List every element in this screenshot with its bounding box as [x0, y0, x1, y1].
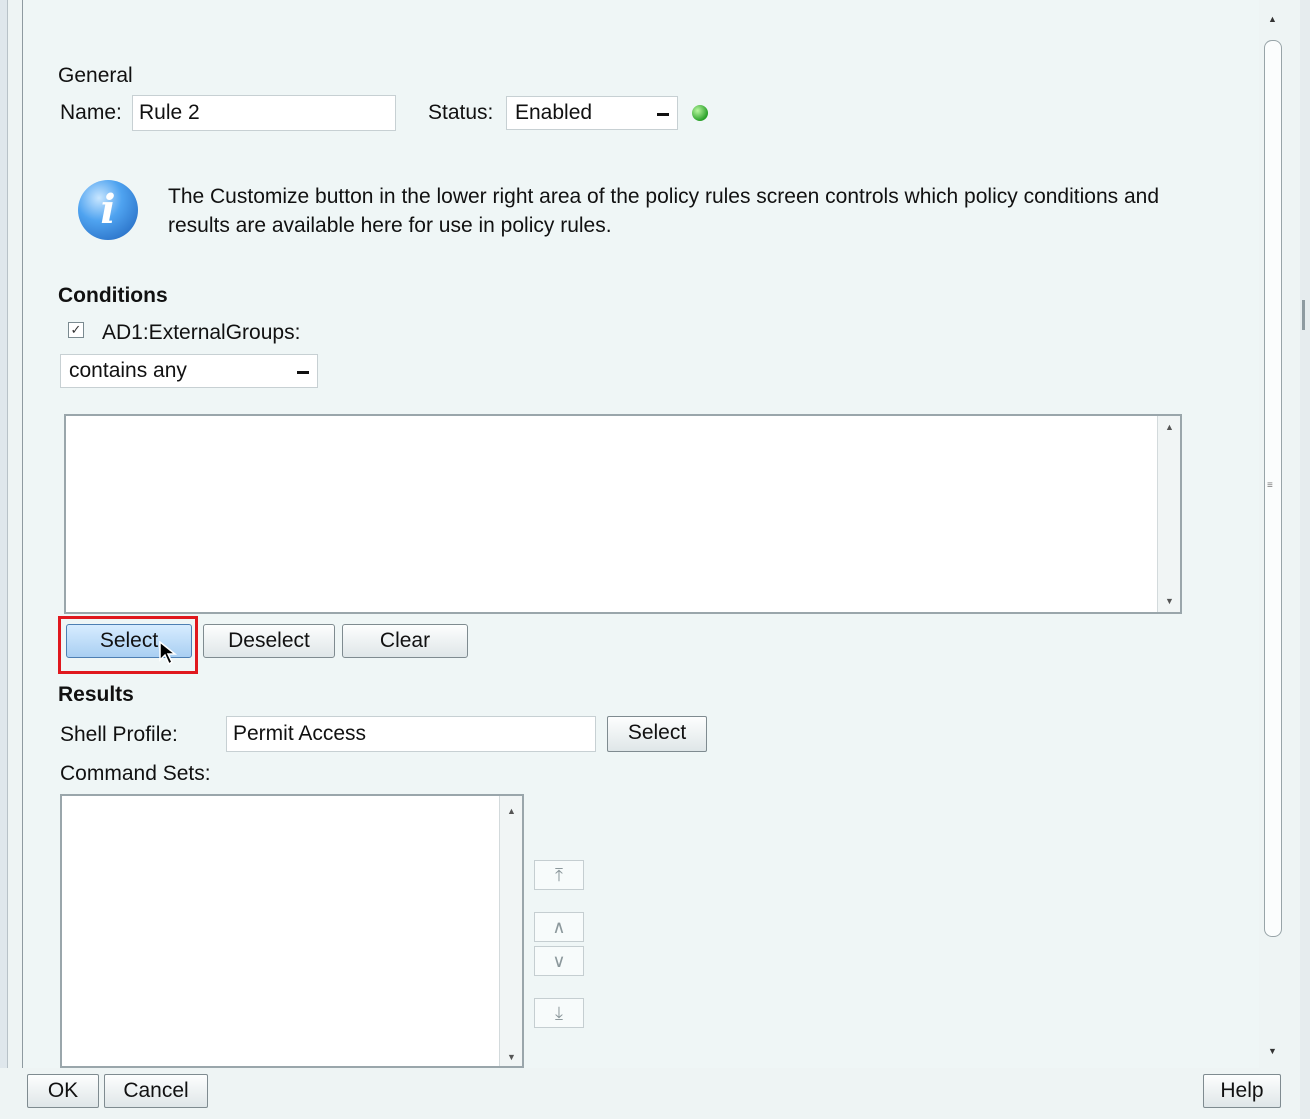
- scroll-down-icon[interactable]: ▼: [507, 1052, 516, 1062]
- shell-profile-input[interactable]: Permit Access: [226, 716, 596, 752]
- move-to-top-icon[interactable]: ⤒: [534, 860, 584, 890]
- external-groups-label: AD1:ExternalGroups:: [102, 321, 301, 344]
- scroll-up-icon[interactable]: ▲: [1268, 14, 1277, 24]
- command-sets-label: Command Sets:: [60, 762, 211, 785]
- chevron-down-icon: [297, 371, 309, 374]
- conditions-heading: Conditions: [58, 284, 168, 307]
- move-up-icon[interactable]: ∧: [534, 912, 584, 942]
- move-down-icon[interactable]: ∨: [534, 946, 584, 976]
- status-enabled-indicator-icon: [692, 105, 708, 121]
- conditions-list-scrollbar[interactable]: ▲ ▼: [1157, 416, 1180, 612]
- clear-button[interactable]: Clear: [342, 624, 468, 658]
- ok-button[interactable]: OK: [27, 1074, 99, 1108]
- scroll-down-icon[interactable]: ▼: [1268, 1046, 1277, 1056]
- command-sets-scrollbar[interactable]: ▲ ▼: [499, 796, 522, 1066]
- name-label: Name:: [60, 101, 122, 124]
- mouse-cursor-icon: [159, 640, 178, 666]
- main-scrollbar[interactable]: ▲ ≡ ▼: [1259, 0, 1287, 1068]
- help-button[interactable]: Help: [1203, 1074, 1281, 1108]
- results-heading: Results: [58, 683, 134, 706]
- info-message: The Customize button in the lower right …: [168, 185, 1160, 237]
- command-sets-list[interactable]: ▲ ▼: [60, 794, 524, 1068]
- move-to-bottom-icon[interactable]: ⤓: [534, 998, 584, 1028]
- external-groups-checkbox[interactable]: ✓: [68, 322, 84, 338]
- name-input[interactable]: Rule 2: [132, 95, 396, 131]
- condition-operator-select[interactable]: contains any: [60, 354, 318, 388]
- conditions-values-list[interactable]: ▲ ▼: [64, 414, 1182, 614]
- frame-mark: [1302, 300, 1305, 330]
- left-frame-edge: [0, 0, 8, 1119]
- cancel-button[interactable]: Cancel: [104, 1074, 208, 1108]
- info-icon: i: [78, 180, 138, 240]
- status-label: Status:: [428, 101, 494, 124]
- right-frame-edge: [1300, 0, 1310, 1119]
- status-select-value: Enabled: [515, 101, 593, 124]
- scroll-up-icon[interactable]: ▲: [1165, 422, 1174, 432]
- scrollbar-grip-icon: ≡: [1267, 480, 1273, 491]
- scroll-up-icon[interactable]: ▲: [507, 806, 516, 816]
- chevron-down-icon: [657, 113, 669, 116]
- shell-profile-select-button[interactable]: Select: [607, 716, 707, 752]
- condition-operator-value: contains any: [69, 359, 187, 382]
- shell-profile-label: Shell Profile:: [60, 723, 178, 746]
- dialog-footer: OK Cancel Help: [0, 1068, 1300, 1119]
- general-heading: General: [58, 64, 133, 87]
- status-select[interactable]: Enabled: [506, 96, 678, 130]
- deselect-button[interactable]: Deselect: [203, 624, 335, 658]
- scroll-down-icon[interactable]: ▼: [1165, 596, 1174, 606]
